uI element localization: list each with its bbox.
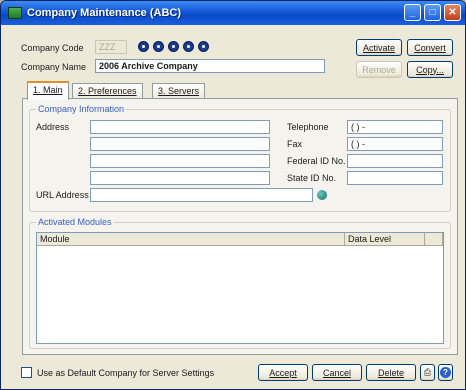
delete-button[interactable]: Delete (366, 364, 416, 381)
tab-main[interactable]: 1. Main (27, 81, 69, 100)
next-record-icon[interactable] (168, 41, 179, 52)
printer-icon: ⎙ (423, 367, 432, 377)
fax-label: Fax (287, 139, 303, 149)
first-record-icon[interactable] (138, 41, 149, 52)
activated-modules-group: Activated Modules Module Data Level (29, 217, 451, 349)
state-id-field[interactable] (347, 171, 443, 185)
state-id-label: State ID No. (287, 173, 337, 183)
modules-grid[interactable]: Module Data Level (36, 232, 444, 344)
convert-button[interactable]: Convert (407, 39, 453, 56)
federal-id-field[interactable] (347, 154, 443, 168)
main-tab-panel: Company Information Address URL Address … (22, 98, 458, 355)
company-name-field[interactable]: 2006 Archive Company (95, 59, 325, 73)
cancel-button[interactable]: Cancel (312, 364, 362, 381)
company-code-field[interactable]: ZZZ (95, 40, 127, 54)
fax-field[interactable]: ( ) - (347, 137, 443, 151)
help-icon: ? (440, 367, 451, 378)
address-label: Address (36, 122, 70, 132)
telephone-label: Telephone (287, 122, 329, 132)
address-line-3-field[interactable] (90, 154, 270, 168)
company-information-title: Company Information (36, 104, 127, 114)
column-chooser-header[interactable] (425, 233, 443, 246)
minimize-icon: _ (409, 7, 416, 18)
default-company-label: Use as Default Company for Server Settin… (37, 368, 215, 378)
maximize-icon: □ (429, 7, 436, 18)
copy-button[interactable]: Copy... (407, 61, 453, 78)
company-code-label: Company Code (21, 43, 84, 53)
company-name-label: Company Name (21, 62, 87, 72)
activate-button[interactable]: Activate (356, 39, 402, 56)
address-line-2-field[interactable] (90, 137, 270, 151)
default-company-checkbox[interactable] (21, 367, 32, 378)
close-button[interactable]: ✕ (444, 4, 461, 21)
close-icon: ✕ (448, 7, 457, 18)
address-line-4-field[interactable] (90, 171, 270, 185)
app-icon (8, 7, 22, 19)
lookup-record-icon[interactable] (198, 41, 209, 52)
globe-icon[interactable] (317, 190, 327, 200)
activated-modules-title: Activated Modules (36, 217, 114, 227)
tab-servers[interactable]: 3. Servers (152, 83, 206, 99)
company-maintenance-window: Company Maintenance (ABC) _ □ ✕ Company … (0, 0, 466, 390)
federal-id-label: Federal ID No. (287, 156, 346, 166)
help-button[interactable]: ? (438, 364, 453, 381)
url-address-label: URL Address (36, 190, 89, 200)
company-information-group: Company Information Address URL Address … (29, 104, 451, 212)
data-level-column-header[interactable]: Data Level (345, 233, 425, 246)
module-column-header[interactable]: Module (37, 233, 345, 246)
window-title: Company Maintenance (ABC) (27, 7, 182, 19)
tab-preferences[interactable]: 2. Preferences (72, 83, 143, 99)
previous-record-icon[interactable] (153, 41, 164, 52)
url-address-field[interactable] (90, 188, 313, 202)
maximize-button[interactable]: □ (424, 4, 441, 21)
minimize-button[interactable]: _ (404, 4, 421, 21)
title-bar[interactable]: Company Maintenance (ABC) _ □ ✕ (1, 1, 465, 25)
print-button[interactable]: ⎙ (420, 364, 435, 381)
telephone-field[interactable]: ( ) - (347, 120, 443, 134)
accept-button[interactable]: Accept (258, 364, 308, 381)
remove-button[interactable]: Remove (356, 61, 402, 78)
last-record-icon[interactable] (183, 41, 194, 52)
address-line-1-field[interactable] (90, 120, 270, 134)
